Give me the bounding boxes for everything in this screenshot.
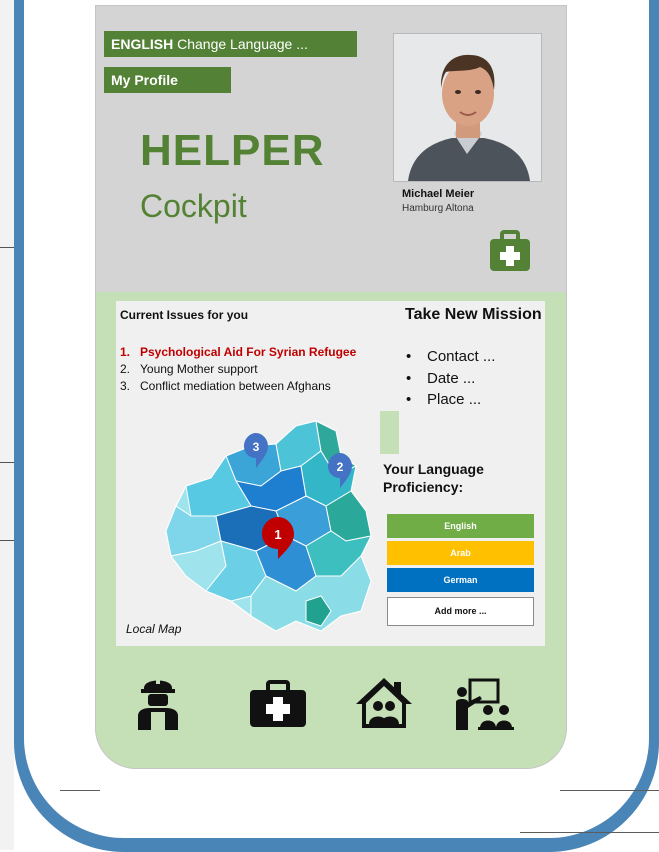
- profile-label: My Profile: [111, 72, 178, 88]
- background-document: [0, 0, 14, 850]
- issue-item[interactable]: 3. Conflict mediation between Afghans: [120, 379, 331, 393]
- medical-kit-icon[interactable]: [249, 680, 307, 728]
- page-title: HELPER: [140, 126, 325, 175]
- language-german[interactable]: German: [387, 568, 534, 592]
- svg-text:2: 2: [337, 460, 344, 474]
- page-subtitle: Cockpit: [140, 188, 247, 224]
- mission-item-contact[interactable]: • Contact ...: [406, 348, 495, 365]
- user-name: Michael Meier: [402, 188, 475, 200]
- svg-text:1: 1: [274, 527, 281, 542]
- medical-kit-icon[interactable]: [489, 230, 531, 272]
- avatar-image: [394, 34, 541, 181]
- language-code: ENGLISH: [111, 36, 174, 52]
- language-proficiency-title: Your Language Proficiency:: [383, 461, 484, 495]
- avatar[interactable]: [393, 33, 542, 182]
- mission-item-date[interactable]: • Date ...: [406, 370, 475, 387]
- home-family-icon[interactable]: [354, 676, 414, 730]
- svg-text:3: 3: [253, 440, 260, 454]
- map-label: Local Map: [126, 622, 182, 636]
- issue-item[interactable]: 2. Young Mother support: [120, 362, 258, 376]
- bottom-divider: [60, 790, 100, 791]
- mission-item-place[interactable]: • Place ...: [406, 391, 481, 408]
- issues-title: Current Issues for you: [120, 308, 249, 322]
- add-language-button[interactable]: Add more ...: [387, 597, 534, 626]
- bottom-divider: [520, 832, 659, 833]
- mission-title[interactable]: Take New Mission: [405, 306, 542, 324]
- local-map[interactable]: 1 2 3: [156, 416, 386, 636]
- issue-item[interactable]: 1. Psychological Aid For Syrian Refugee: [120, 345, 356, 359]
- user-location: Hamburg Altona: [402, 203, 474, 214]
- language-action: Change Language ...: [177, 36, 308, 52]
- worker-icon[interactable]: [136, 674, 180, 730]
- bottom-divider: [560, 790, 659, 791]
- language-arab[interactable]: Arab: [387, 541, 534, 565]
- teacher-icon[interactable]: [452, 678, 516, 730]
- language-button[interactable]: ENGLISH Change Language ...: [104, 31, 357, 57]
- phone-mockup: ENGLISH Change Language ... My Profile H…: [96, 6, 566, 768]
- profile-button[interactable]: My Profile: [104, 67, 231, 93]
- language-english[interactable]: English: [387, 514, 534, 538]
